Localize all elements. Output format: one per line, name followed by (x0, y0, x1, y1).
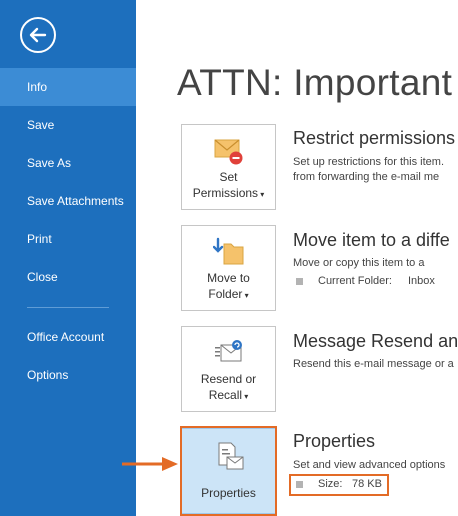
restrict-permissions-desc-2: from forwarding the e-mail me (293, 171, 440, 183)
nav-divider (27, 307, 109, 308)
message-resend-title: Message Resend and (293, 331, 458, 351)
nav-item-options[interactable]: Options (0, 356, 136, 394)
backstage-sidebar: Info Save Save As Save Attachments Print… (0, 0, 136, 516)
nav-item-print[interactable]: Print (0, 220, 136, 258)
size-label: Size: (318, 478, 343, 490)
nav-item-save-attachments[interactable]: Save Attachments (0, 182, 136, 220)
resend-or-recall-label: Resend or Recall ▾ (200, 372, 257, 402)
move-item-title: Move item to a diffe (293, 230, 450, 250)
nav-item-close[interactable]: Close (0, 258, 136, 296)
back-button[interactable] (20, 17, 56, 53)
properties-desc: Set and view advanced options (293, 459, 446, 471)
resend-or-recall-button[interactable]: Resend or Recall ▾ (181, 326, 276, 412)
set-permissions-button[interactable]: Set Permissions ▾ (181, 124, 276, 210)
nav-item-save-as[interactable]: Save As (0, 144, 136, 182)
bullet-icon (296, 278, 303, 285)
move-to-folder-label: Move to Folder ▾ (207, 271, 250, 301)
nav-item-save[interactable]: Save (0, 106, 136, 144)
restrict-permissions-desc-1: Set up restrictions for this item. (293, 156, 444, 168)
callout-arrow-icon (122, 457, 178, 471)
move-to-folder-button[interactable]: Move to Folder ▾ (181, 225, 276, 311)
restrict-permissions-title: Restrict permissions (293, 128, 456, 148)
nav-item-info[interactable]: Info (0, 68, 136, 106)
back-arrow-icon (29, 27, 47, 43)
message-resend-desc: Resend this e-mail message or a (293, 358, 454, 370)
properties-icon (218, 442, 243, 470)
nav-item-office-account[interactable]: Office Account (0, 318, 136, 356)
properties-label: Properties (201, 486, 256, 500)
size-value: 78 KB (352, 478, 382, 490)
envelope-restricted-icon (214, 139, 242, 165)
move-to-folder-icon (212, 237, 243, 265)
current-folder-value: Inbox (408, 275, 435, 287)
properties-button[interactable]: Properties (181, 428, 276, 514)
bullet-icon (296, 481, 303, 488)
resend-recall-icon (214, 340, 242, 362)
current-folder-label: Current Folder: (318, 275, 392, 287)
move-item-desc: Move or copy this item to a (293, 257, 425, 269)
page-title: ATTN: Important (177, 62, 453, 103)
set-permissions-label: Set Permissions ▾ (192, 170, 265, 200)
properties-title: Properties (293, 431, 376, 451)
